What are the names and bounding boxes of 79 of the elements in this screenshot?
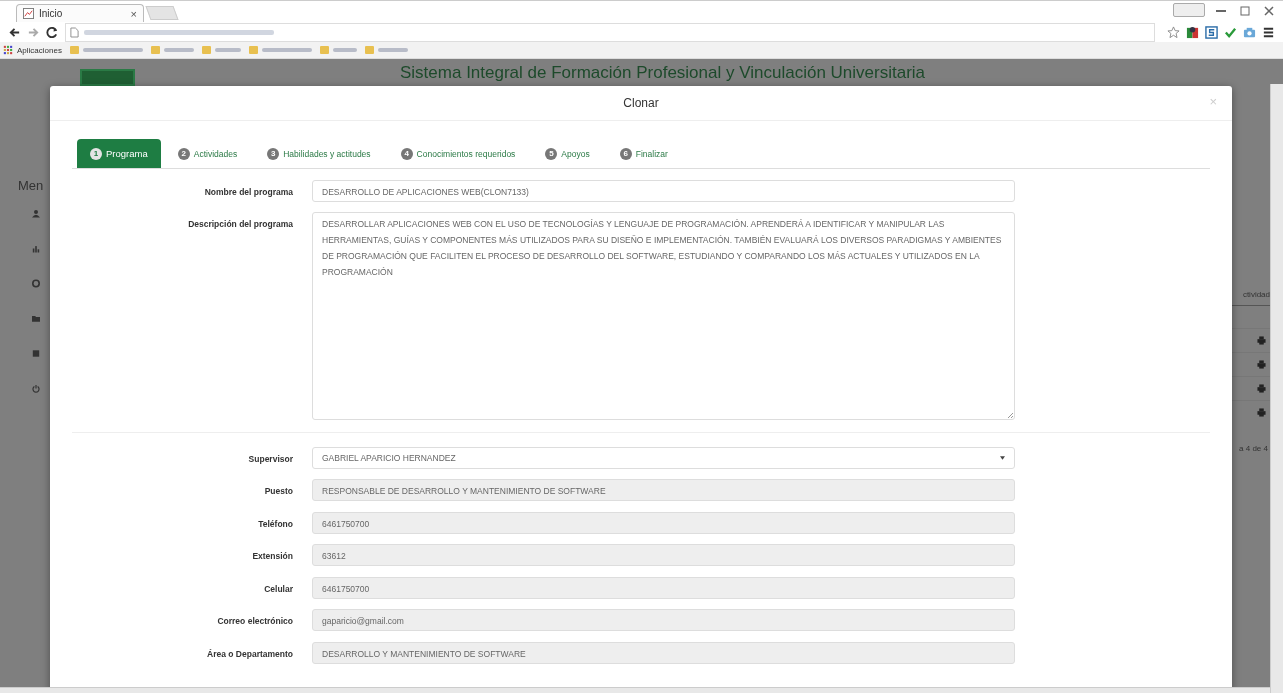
caret-icon [1000, 456, 1005, 460]
tab-title: Inicio [39, 8, 64, 19]
bar-chart-icon[interactable] [32, 244, 40, 253]
wizard-tab[interactable]: 2 Actividades [164, 139, 251, 168]
close-tab-button[interactable]: × [130, 7, 137, 20]
input-field[interactable]: DESARROLLO DE APLICACIONES WEB(CLON7133) [312, 180, 1015, 202]
browser-tab[interactable]: Inicio × [16, 4, 144, 22]
checkmark-icon[interactable] [1224, 25, 1237, 39]
power-icon[interactable] [32, 384, 40, 393]
menu-icon[interactable] [1262, 25, 1275, 39]
select-field[interactable]: GABRIEL APARICIO HERNANDEZ [312, 447, 1015, 469]
printer-icon[interactable] [1257, 408, 1266, 417]
modal-title: Clonar [623, 96, 659, 110]
vertical-scrollbar[interactable] [1270, 84, 1283, 693]
wizard-tab[interactable]: 6 Finalizar [606, 139, 681, 168]
step-number-badge: 2 [177, 147, 190, 160]
new-tab-button[interactable] [145, 6, 179, 20]
resize-grip-icon[interactable] [1007, 412, 1013, 418]
bookmark-folder-icon[interactable] [150, 46, 160, 54]
blurred-bookmark[interactable] [332, 48, 357, 52]
apps-icon [3, 45, 13, 55]
field-label: Correo electrónico [216, 615, 293, 626]
field-label: Puesto [263, 485, 293, 496]
field-label: Extensión [251, 550, 293, 561]
blurred-bookmark[interactable] [163, 48, 194, 52]
pagination-text: a 4 de 4 [1239, 444, 1269, 453]
page-title: Sistema Integral de Formación Profesional y Vinculación Universitaria [400, 63, 926, 83]
profile-button[interactable] [1173, 3, 1205, 17]
wizard-tab[interactable]: 5 Apoyos [532, 139, 603, 168]
logo [80, 69, 135, 86]
page-icon [23, 8, 34, 19]
input-field: 6461750700 [312, 576, 1015, 599]
folder-icon[interactable] [32, 314, 40, 323]
camera-icon[interactable] [1243, 25, 1256, 39]
field-label: Supervisor [247, 453, 293, 464]
input-field: DESARROLLO Y MANTENIMIENTO DE SOFTWARE [312, 641, 1015, 664]
menu-heading: Men [18, 178, 44, 193]
step-number-badge: 5 [545, 147, 558, 160]
printer-icon[interactable] [1257, 336, 1266, 345]
reload-icon[interactable] [46, 25, 59, 39]
extension-icon[interactable] [1205, 25, 1218, 39]
forward-icon[interactable] [27, 25, 40, 39]
wizard-tab[interactable]: 3 Habilidades y actitudes [254, 139, 384, 168]
back-icon[interactable] [8, 25, 21, 39]
horizontal-scrollbar[interactable] [0, 687, 1270, 693]
user-icon[interactable] [32, 209, 40, 218]
blurred-bookmark[interactable] [214, 48, 241, 52]
wizard-tab[interactable]: 4 Conocimientos requeridos [387, 139, 529, 168]
blurred-bookmark[interactable] [377, 48, 408, 52]
printer-icon[interactable] [1257, 384, 1266, 393]
bookmark-folder-icon[interactable] [248, 46, 258, 54]
step-number-badge: 1 [90, 147, 102, 160]
bookmark-folder-icon[interactable] [364, 46, 374, 54]
field-label: Celular [263, 582, 293, 594]
bookmark-folder-icon[interactable] [201, 46, 211, 54]
step-number-badge: 3 [267, 147, 280, 160]
printer-icon[interactable] [1257, 360, 1266, 369]
star-icon[interactable] [1167, 25, 1180, 39]
field-label: Descripción del programa [187, 218, 293, 229]
blurred-bookmark[interactable] [82, 48, 143, 52]
address-bar[interactable] [65, 22, 1155, 42]
bookmark-folder-icon[interactable] [319, 46, 329, 54]
extension-icon[interactable] [1186, 25, 1199, 39]
step-number-badge: 6 [619, 147, 632, 160]
field-label: Nombre del programa [203, 186, 293, 197]
blurred-bookmark[interactable] [261, 48, 312, 52]
wizard-tab[interactable]: 1 Programa [77, 139, 161, 168]
bookmark-link[interactable]: Aplicaciones [17, 45, 62, 55]
input-field: 6461750700 [312, 511, 1015, 534]
field-label: Teléfono [257, 517, 293, 529]
page-icon [70, 26, 79, 38]
text-area[interactable]: DESARROLLAR APLICACIONES WEB CON EL USO DE TECNOLOGÍAS Y LENGUAJE DE PROGRAMACIÓN. APRENDERÁ A IDENTIFICAR Y MANIPULAR LAS HERRAMIENTAS, GUÍAS Y COMPONENTES MÁS UTILIZADOS PARA SU DISEÑO E IMPLEMENTACIÓN. TAMBIÉN EVALUARÁ LOS DIVERSOS PARADIGMAS Y AMBIENTES DE PROGRAMACIÓN QUE FACILITEN EL PROCESO DE DESARROLLO DEL SOFTWARE, ESTUDIANDO Y COMPARANDO LOS MÁS ACTUALES Y UTILIZADOS EN LA PROGRAMACIÓN [312, 212, 1015, 420]
input-field: 63612 [312, 544, 1015, 566]
input-field: gaparicio@gmail.com [312, 609, 1015, 631]
field-label: Área o Departamento [206, 647, 293, 659]
input-field: RESPONSABLE DE DESARROLLO Y MANTENIMIENTO DE SOFTWARE [312, 479, 1015, 501]
bookmark-folder-icon[interactable] [69, 46, 79, 54]
step-number-badge: 4 [400, 147, 413, 160]
book-icon[interactable] [32, 349, 40, 358]
